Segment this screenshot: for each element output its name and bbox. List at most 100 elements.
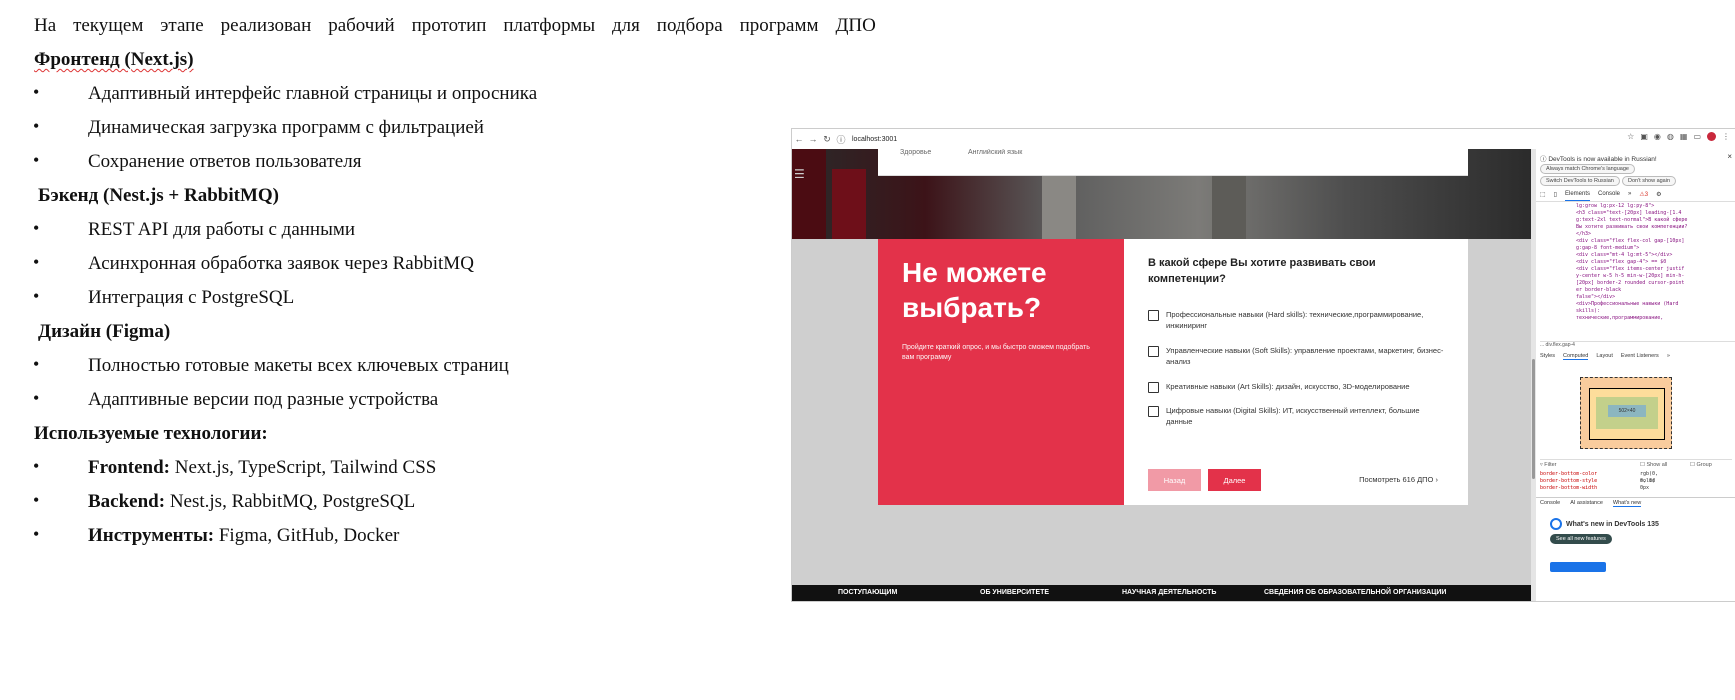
checkbox[interactable]: [1148, 310, 1159, 321]
see-all-features-button[interactable]: See all new features: [1550, 534, 1612, 544]
tab-icon[interactable]: ▭: [1693, 132, 1701, 141]
footer-link[interactable]: СВЕДЕНИЯ ОБ ОБРАЗОВАТЕЛЬНОЙ ОРГАНИЗАЦИИ: [1264, 589, 1446, 596]
quiz-option[interactable]: Креативные навыки (Art Skills): дизайн, …: [1148, 381, 1448, 393]
intro-word: прототип: [411, 15, 487, 36]
menu-dots-icon[interactable]: ⋮: [1722, 132, 1730, 141]
tab-ai-assistance[interactable]: AI assistance: [1570, 500, 1603, 507]
device-icon[interactable]: ▯: [1554, 191, 1557, 201]
dom-node-line[interactable]: er border-black: [1576, 287, 1735, 294]
dom-node-line[interactable]: y-center w-5 h-5 min-w-[20px] min-h-: [1576, 273, 1735, 280]
issues-badge[interactable]: ⚠3: [1639, 191, 1648, 201]
feature-banner: [1550, 562, 1606, 572]
tab-event-listeners[interactable]: Event Listeners: [1621, 353, 1659, 360]
intro-word: ДПО: [835, 15, 876, 36]
dom-node-line[interactable]: skills):: [1576, 308, 1735, 315]
inspect-icon[interactable]: ⬚: [1540, 191, 1546, 201]
puzzle-icon[interactable]: ▦: [1680, 132, 1688, 141]
switch-russian-button[interactable]: Switch DevTools to Russian: [1540, 176, 1620, 186]
category-link[interactable]: Здоровье: [900, 149, 931, 156]
embedded-screenshot: ← → ↻ ⓘ localhost:3001 ☆ ▣ ◉ ◍ ▦ ▭ ⋮ Здо…: [791, 128, 1735, 602]
checkbox[interactable]: [1148, 346, 1159, 357]
match-language-button[interactable]: Always match Chrome's language: [1540, 164, 1635, 174]
computed-filter[interactable]: ▿ Filter ☐ Show all ☐ Group: [1540, 459, 1732, 468]
dom-node-line[interactable]: g:gap-8 font-medium">: [1576, 245, 1735, 252]
dom-node-line[interactable]: g:text-2xl text-normal">В какой сфере: [1576, 217, 1735, 224]
box-border: 502×40: [1589, 388, 1665, 440]
hamburger-icon[interactable]: ☰: [794, 167, 805, 181]
tab-styles[interactable]: Styles: [1540, 353, 1555, 360]
box-content: 502×40: [1608, 405, 1646, 417]
dom-node-line[interactable]: false"></div>: [1576, 294, 1735, 301]
category-link[interactable]: Английский язык: [968, 149, 1022, 156]
quiz-option[interactable]: Цифровые навыки (Digital Skills): ИТ, ис…: [1148, 405, 1448, 427]
next-button[interactable]: Далее: [1208, 469, 1261, 491]
extension-icon[interactable]: ◍: [1667, 132, 1674, 141]
property-row[interactable]: border-bottom-color rgb(0, 0, 0): [1540, 471, 1658, 484]
reload-icon[interactable]: ↻: [820, 134, 834, 145]
dom-node-line[interactable]: [20px] border-2 rounded cursor-point: [1576, 280, 1735, 287]
extension-icon[interactable]: ◉: [1654, 132, 1661, 141]
info-icon[interactable]: ⓘ: [834, 133, 848, 146]
footer-link[interactable]: НАУЧНАЯ ДЕЯТЕЛЬНОСТЬ: [1122, 589, 1216, 596]
dom-node-line[interactable]: <div>Профессиональные навыки (Hard: [1576, 301, 1735, 308]
footer-link[interactable]: ОБ УНИВЕРСИТЕТЕ: [980, 589, 1049, 596]
back-button[interactable]: Назад: [1148, 469, 1201, 491]
breadcrumb[interactable]: ... div.flex.gap-4: [1540, 341, 1735, 350]
quiz-option[interactable]: Управленческие навыки (Soft Skills): упр…: [1148, 345, 1448, 367]
tab-more[interactable]: »: [1628, 191, 1631, 201]
quiz-promo-panel: Не можете выбрать? Пройдите краткий опро…: [878, 239, 1124, 505]
forward-icon[interactable]: →: [806, 134, 820, 144]
property-row[interactable]: border-bottom-width 0px: [1540, 485, 1649, 492]
dom-node-line[interactable]: lg:grow lg:px-12 lg:py-8">: [1576, 203, 1735, 210]
checkbox[interactable]: [1148, 406, 1159, 417]
gear-icon[interactable]: ⚙: [1656, 191, 1661, 201]
tab-console[interactable]: Console: [1540, 500, 1560, 507]
intro-word: рабочий: [328, 15, 395, 36]
box-model-diagram: 502×40: [1580, 377, 1672, 449]
dom-node-line[interactable]: <div class="mt-4 lg:mt-5"></div>: [1576, 252, 1735, 259]
filter-icon: ▿: [1540, 462, 1543, 468]
intro-word: для: [612, 15, 640, 36]
section-heading-design: Дизайн (Figma): [38, 321, 171, 342]
checkbox[interactable]: [1148, 382, 1159, 393]
devtools-tabs: ⬚ ▯ Elements Console » ⚠3 ⚙: [1536, 191, 1735, 202]
tab-more[interactable]: »: [1667, 353, 1670, 360]
back-icon[interactable]: ←: [792, 134, 806, 144]
avatar[interactable]: [1707, 132, 1716, 141]
dom-node-line[interactable]: технические,программирование,: [1576, 315, 1735, 322]
address-bar[interactable]: localhost:3001: [852, 136, 897, 143]
property-row[interactable]: border-bottom-style solid: [1540, 478, 1655, 485]
footer-link[interactable]: ПОСТУПАЮЩИМ: [838, 589, 897, 596]
view-all-link[interactable]: Посмотреть 616 ДПО ›: [1359, 475, 1438, 484]
dom-node-line[interactable]: <div class="flex flex-col gap-[10px]: [1576, 238, 1735, 245]
drawer-tabs: Console AI assistance What's new: [1540, 500, 1642, 507]
tab-computed[interactable]: Computed: [1562, 353, 1589, 360]
scroll-thumb[interactable]: [1532, 359, 1535, 479]
extension-icon[interactable]: ▣: [1640, 132, 1648, 141]
tab-layout[interactable]: Layout: [1596, 353, 1613, 360]
dom-node-line[interactable]: Вы хотите развивать свои компетенции?: [1576, 224, 1735, 231]
dom-node-line[interactable]: <div class="flex items-center justif: [1576, 266, 1735, 273]
dom-node-line[interactable]: </h3>: [1576, 231, 1735, 238]
tab-whats-new[interactable]: What's new: [1612, 500, 1642, 507]
show-all-checkbox[interactable]: ☐ Show all: [1640, 462, 1667, 468]
styles-tabs: Styles Computed Layout Event Listeners »: [1540, 353, 1670, 360]
devtools-panel: ⓘ DevTools is now available in Russian! …: [1536, 149, 1735, 601]
page-viewport: Здоровье Английский язык ☰ Не можете выб…: [792, 149, 1531, 601]
star-icon[interactable]: ☆: [1627, 132, 1634, 141]
devtools-language-notice: ⓘ DevTools is now available in Russian!: [1540, 156, 1657, 163]
tech-heading: Используемые технологии:: [34, 423, 268, 444]
section-heading-backend: Бэкенд (Nest.js + RabbitMQ): [38, 185, 279, 206]
devtools-drawer: Console AI assistance What's new What's …: [1536, 497, 1735, 601]
dom-node-line[interactable]: <div class="flex gap-4"> == $0: [1576, 259, 1735, 266]
toolbar-actions: ☆ ▣ ◉ ◍ ▦ ▭ ⋮: [1627, 132, 1730, 141]
computed-properties: border-bottom-color rgb(0, 0, 0) border-…: [1540, 471, 1658, 492]
dom-node-line[interactable]: <h3 class="text-[20px] leading-[1.4: [1576, 210, 1735, 217]
quiz-option[interactable]: Профессиональные навыки (Hard skills): т…: [1148, 309, 1448, 331]
tab-elements[interactable]: Elements: [1564, 191, 1590, 201]
dont-show-button[interactable]: Don't show again: [1622, 176, 1677, 186]
group-checkbox[interactable]: ☐ Group: [1690, 462, 1712, 468]
close-icon[interactable]: ×: [1727, 152, 1732, 161]
hero-figure: [792, 149, 826, 239]
tab-console[interactable]: Console: [1598, 191, 1620, 201]
